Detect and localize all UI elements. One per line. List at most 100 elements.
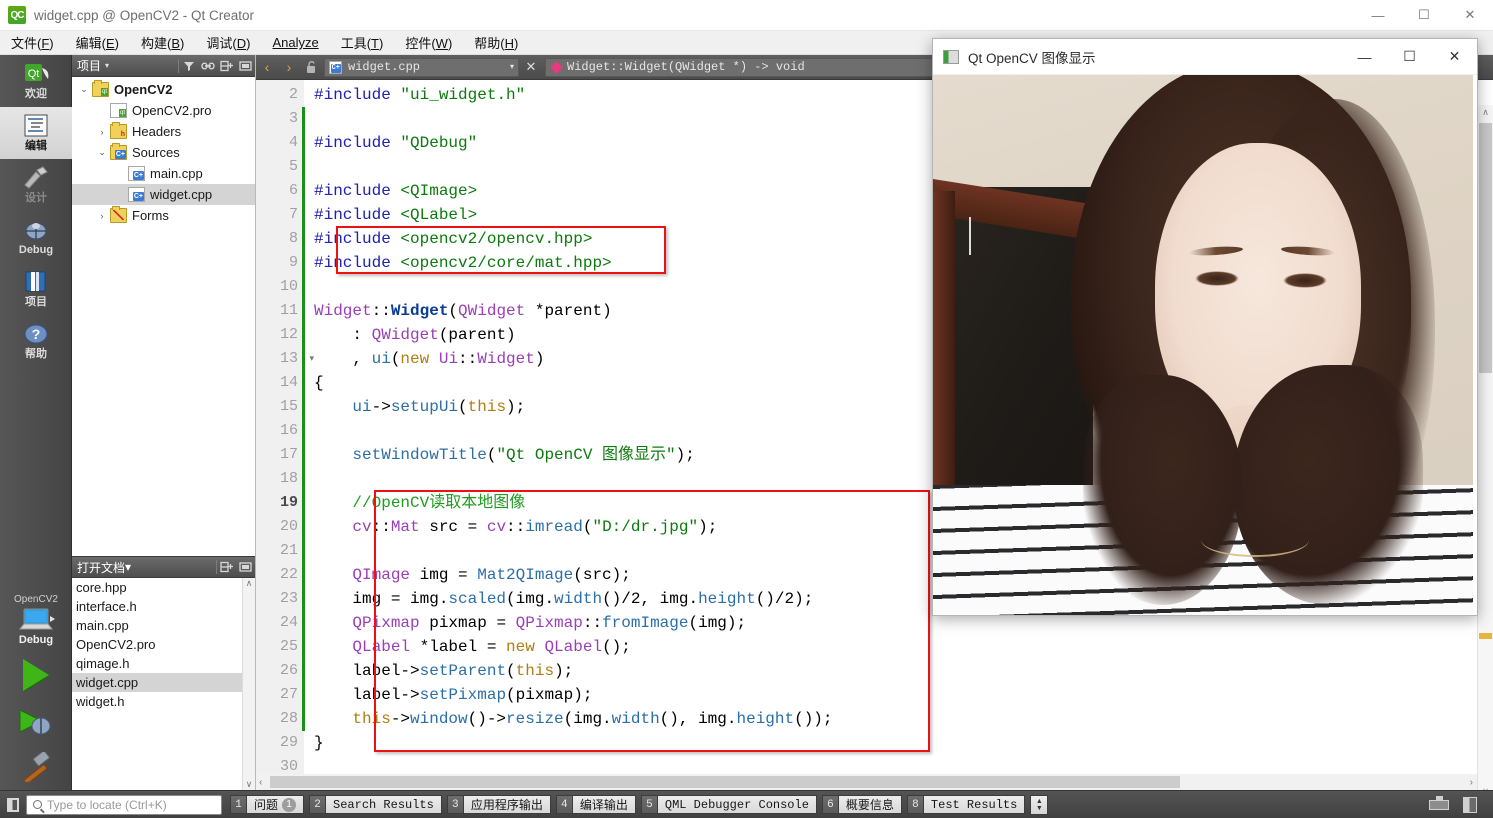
mode-button-项目[interactable]: 项目 — [0, 263, 72, 315]
code-line-27[interactable]: label->setPixmap(pixmap); — [314, 683, 1493, 707]
scroll-right-icon[interactable]: › — [1470, 777, 1473, 788]
chevron-down-icon-file[interactable]: ▾ — [510, 62, 514, 72]
kit-selector-block[interactable]: OpenCV2 Debug — [0, 594, 72, 790]
close-panel-icon[interactable] — [236, 56, 255, 76]
code-token: setParent — [419, 662, 507, 680]
mode-selector-bar: Qt 欢迎 编辑 设计 Debug 项目? 帮助 OpenCV2 Debug — [0, 55, 72, 790]
tree-item-widget.cpp[interactable]: C+ widget.cpp — [72, 184, 255, 205]
scroll-left-icon[interactable]: ‹ — [259, 777, 262, 788]
code-line-28[interactable]: this->window()->resize(img.width(), img.… — [314, 707, 1493, 731]
code-line-29[interactable]: } — [314, 731, 1493, 755]
qt-close-button[interactable]: ✕ — [1432, 39, 1477, 75]
toggle-sidebar-button[interactable] — [0, 791, 26, 818]
start-debugging-button[interactable] — [0, 698, 72, 744]
tree-item-Forms[interactable]: › Forms — [72, 205, 255, 226]
open-document-main.cpp[interactable]: main.cpp — [72, 616, 255, 635]
maximize-button[interactable]: ☐ — [1401, 0, 1447, 31]
code-token: } — [314, 734, 324, 752]
mode-button-欢迎[interactable]: Qt 欢迎 — [0, 55, 72, 107]
output-tab-问题[interactable]: 1 问题 1 — [230, 794, 305, 815]
menu-item-3[interactable]: 构建(B) — [130, 30, 195, 55]
scroll-up-icon[interactable]: ∧ — [246, 578, 253, 589]
editor-horizontal-scrollbar[interactable]: ‹ › — [256, 774, 1477, 790]
link-icon[interactable] — [198, 56, 217, 76]
open-document-core.hpp[interactable]: core.hpp — [72, 578, 255, 597]
output-tab-概要信息[interactable]: 6 概要信息 — [821, 794, 902, 815]
code-token: *label = — [410, 638, 507, 656]
project-tree[interactable]: ⌄ qt OpenCV2 qt OpenCV2.pro › h Headers ⌄ C+ Sourc… — [72, 77, 255, 556]
output-tab-编译输出[interactable]: 4 编译输出 — [555, 794, 636, 815]
open-file-combobox[interactable]: C+ widget.cpp ▾ — [324, 57, 519, 77]
open-document-qimage.h[interactable]: qimage.h — [72, 654, 255, 673]
open-documents-list[interactable]: core.hpp interface.h main.cpp OpenCV2.pro qi… — [72, 578, 255, 790]
tree-item-Headers[interactable]: › h Headers — [72, 121, 255, 142]
minimize-button[interactable]: — — [1355, 0, 1401, 31]
output-tab-label: 编译输出 — [572, 795, 636, 814]
scrollbar-thumb[interactable] — [1479, 123, 1492, 373]
scrollbar-marker — [1479, 633, 1492, 639]
build-button[interactable] — [0, 744, 72, 790]
code-token: Mat2QImage — [477, 566, 574, 584]
mode-button-Debug[interactable]: Debug — [0, 211, 72, 263]
menu-item-5[interactable]: Analyze — [261, 32, 329, 53]
output-tab-Search Results[interactable]: 2 Search Results — [309, 794, 442, 815]
tree-item-main.cpp[interactable]: C+ main.cpp — [72, 163, 255, 184]
hscrollbar-thumb[interactable] — [270, 776, 1180, 788]
output-tab-应用程序输出[interactable]: 3 应用程序输出 — [446, 794, 551, 815]
chevron-down-icon-docs[interactable]: ▾ — [125, 560, 131, 574]
tree-twisty[interactable]: ⌄ — [76, 84, 92, 95]
split-icon[interactable] — [217, 56, 236, 76]
open-document-OpenCV2.pro[interactable]: OpenCV2.pro — [72, 635, 255, 654]
menu-item-8[interactable]: 帮助(H) — [463, 30, 529, 55]
menu-item-2[interactable]: 编辑(E) — [65, 30, 130, 55]
tree-twisty[interactable]: › — [94, 211, 110, 221]
menu-item-6[interactable]: 工具(T) — [330, 30, 395, 55]
close-editor-button[interactable]: ✕ — [521, 59, 541, 75]
output-tab-Test Results[interactable]: 8 Test Results — [906, 794, 1026, 815]
output-tab-QML Debugger Console[interactable]: 5 QML Debugger Console — [640, 794, 817, 815]
spinner-down-icon[interactable]: ▼ — [1036, 805, 1043, 812]
tree-twisty[interactable]: ⌄ — [94, 147, 110, 158]
editor-vertical-scrollbar[interactable]: ∧ ∨ — [1477, 105, 1493, 790]
code-line-26[interactable]: label->setParent(this); — [314, 659, 1493, 683]
tree-twisty[interactable]: › — [94, 127, 110, 137]
open-documents-header[interactable]: 打开文档 ▾ — [72, 556, 255, 578]
mode-button-设计[interactable]: 设计 — [0, 159, 72, 211]
menu-item-1[interactable]: 文件(F) — [0, 30, 65, 55]
open-document-widget.h[interactable]: widget.h — [72, 692, 255, 711]
project-panel-header[interactable]: 项目 ▾ — [72, 55, 255, 77]
output-pane-icon[interactable] — [1463, 796, 1477, 813]
line-number-9: 9 — [288, 254, 298, 271]
navigate-back-button[interactable]: ‹ — [256, 55, 278, 80]
mode-button-帮助[interactable]: ? 帮助 — [0, 315, 72, 367]
run-button[interactable] — [0, 652, 72, 698]
chevron-down-icon[interactable]: ▾ — [105, 61, 109, 70]
menu-item-4[interactable]: 调试(D) — [195, 30, 261, 55]
close-button[interactable]: ✕ — [1447, 0, 1493, 31]
filter-icon[interactable] — [179, 56, 198, 76]
open-documents-scrollbar[interactable]: ∧ ∨ — [242, 578, 255, 790]
qt-maximize-button[interactable]: ☐ — [1387, 39, 1432, 75]
progress-details-icon[interactable] — [1429, 795, 1449, 810]
mode-button-编辑[interactable]: 编辑 — [0, 107, 72, 159]
unlocked-icon[interactable] — [300, 55, 322, 80]
code-token: QLabel — [544, 638, 603, 656]
spinner-up-icon[interactable]: ▲ — [1036, 798, 1043, 805]
tree-item-OpenCV2[interactable]: ⌄ qt OpenCV2 — [72, 79, 255, 100]
qt-minimize-button[interactable]: — — [1342, 39, 1387, 75]
tree-item-Sources[interactable]: ⌄ C+ Sources — [72, 142, 255, 163]
locator-input[interactable]: Type to locate (Ctrl+K) — [26, 794, 222, 815]
close-panel-icon-docs[interactable] — [236, 557, 255, 577]
open-document-interface.h[interactable]: interface.h — [72, 597, 255, 616]
tree-item-OpenCV2.pro[interactable]: qt OpenCV2.pro — [72, 100, 255, 121]
scroll-up-icon-editor[interactable]: ∧ — [1482, 107, 1489, 118]
menu-item-7[interactable]: 控件(W) — [394, 30, 463, 55]
split-icon-docs[interactable] — [217, 557, 236, 577]
code-line-25[interactable]: QLabel *label = new QLabel(); — [314, 635, 1493, 659]
navigate-forward-button[interactable]: › — [278, 55, 300, 80]
qt-app-window[interactable]: Qt OpenCV 图像显示 — ☐ ✕ — [932, 38, 1478, 616]
output-pane-spinner[interactable]: ▲ ▼ — [1030, 794, 1049, 815]
code-token: cv — [352, 518, 372, 536]
open-document-widget.cpp[interactable]: widget.cpp — [72, 673, 255, 692]
scroll-down-icon[interactable]: ∨ — [246, 779, 253, 790]
